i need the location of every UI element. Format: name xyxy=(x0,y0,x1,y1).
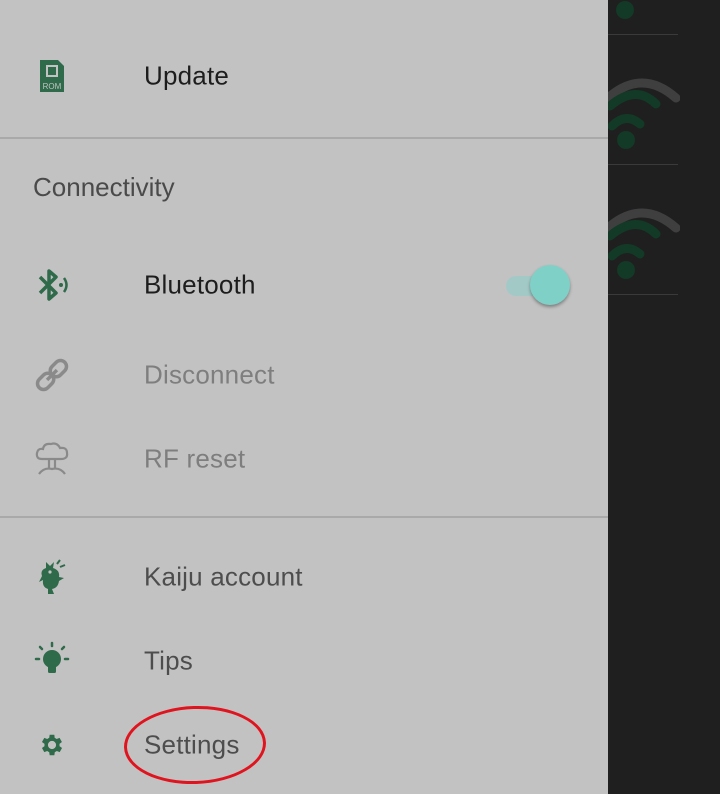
menu-item-label: Disconnect xyxy=(144,359,275,390)
kaiju-icon xyxy=(30,555,74,599)
bluetooth-toggle[interactable] xyxy=(502,263,574,307)
status-dot-icon xyxy=(616,1,634,19)
link-icon xyxy=(30,353,74,397)
menu-item-disconnect[interactable]: Disconnect xyxy=(0,333,608,417)
navigation-drawer: ROM Update Connectivity Bluetooth Discon… xyxy=(0,0,608,794)
section-header-connectivity: Connectivity xyxy=(33,172,175,202)
gear-icon xyxy=(30,723,74,767)
svg-text:ROM: ROM xyxy=(43,82,62,91)
background-divider xyxy=(608,164,678,165)
menu-item-rf-reset[interactable]: RF reset xyxy=(0,417,608,501)
section-divider xyxy=(0,516,608,518)
bluetooth-audio-icon xyxy=(30,263,74,307)
lightbulb-icon xyxy=(30,639,74,683)
rom-chip-icon: ROM xyxy=(30,54,74,98)
menu-item-tips[interactable]: Tips xyxy=(0,619,608,703)
mushroom-cloud-icon xyxy=(30,437,74,481)
menu-item-update[interactable]: ROM Update xyxy=(0,34,608,118)
background-divider xyxy=(608,294,678,295)
menu-item-label: Kaiju account xyxy=(144,561,303,592)
screen: ROM Update Connectivity Bluetooth Discon… xyxy=(0,0,720,794)
toggle-thumb xyxy=(530,265,570,305)
menu-item-settings[interactable]: Settings xyxy=(0,703,608,787)
menu-item-label: Update xyxy=(144,60,230,91)
menu-item-label: RF reset xyxy=(144,443,246,474)
menu-item-kaiju-account[interactable]: Kaiju account xyxy=(0,535,608,619)
wifi-signal-icon xyxy=(604,78,680,149)
menu-item-label: Tips xyxy=(144,645,193,676)
menu-item-bluetooth[interactable]: Bluetooth xyxy=(0,243,608,327)
section-divider xyxy=(0,137,608,139)
menu-item-label: Bluetooth xyxy=(144,269,256,300)
wifi-signal-icon xyxy=(604,208,680,279)
background-divider xyxy=(608,34,678,35)
